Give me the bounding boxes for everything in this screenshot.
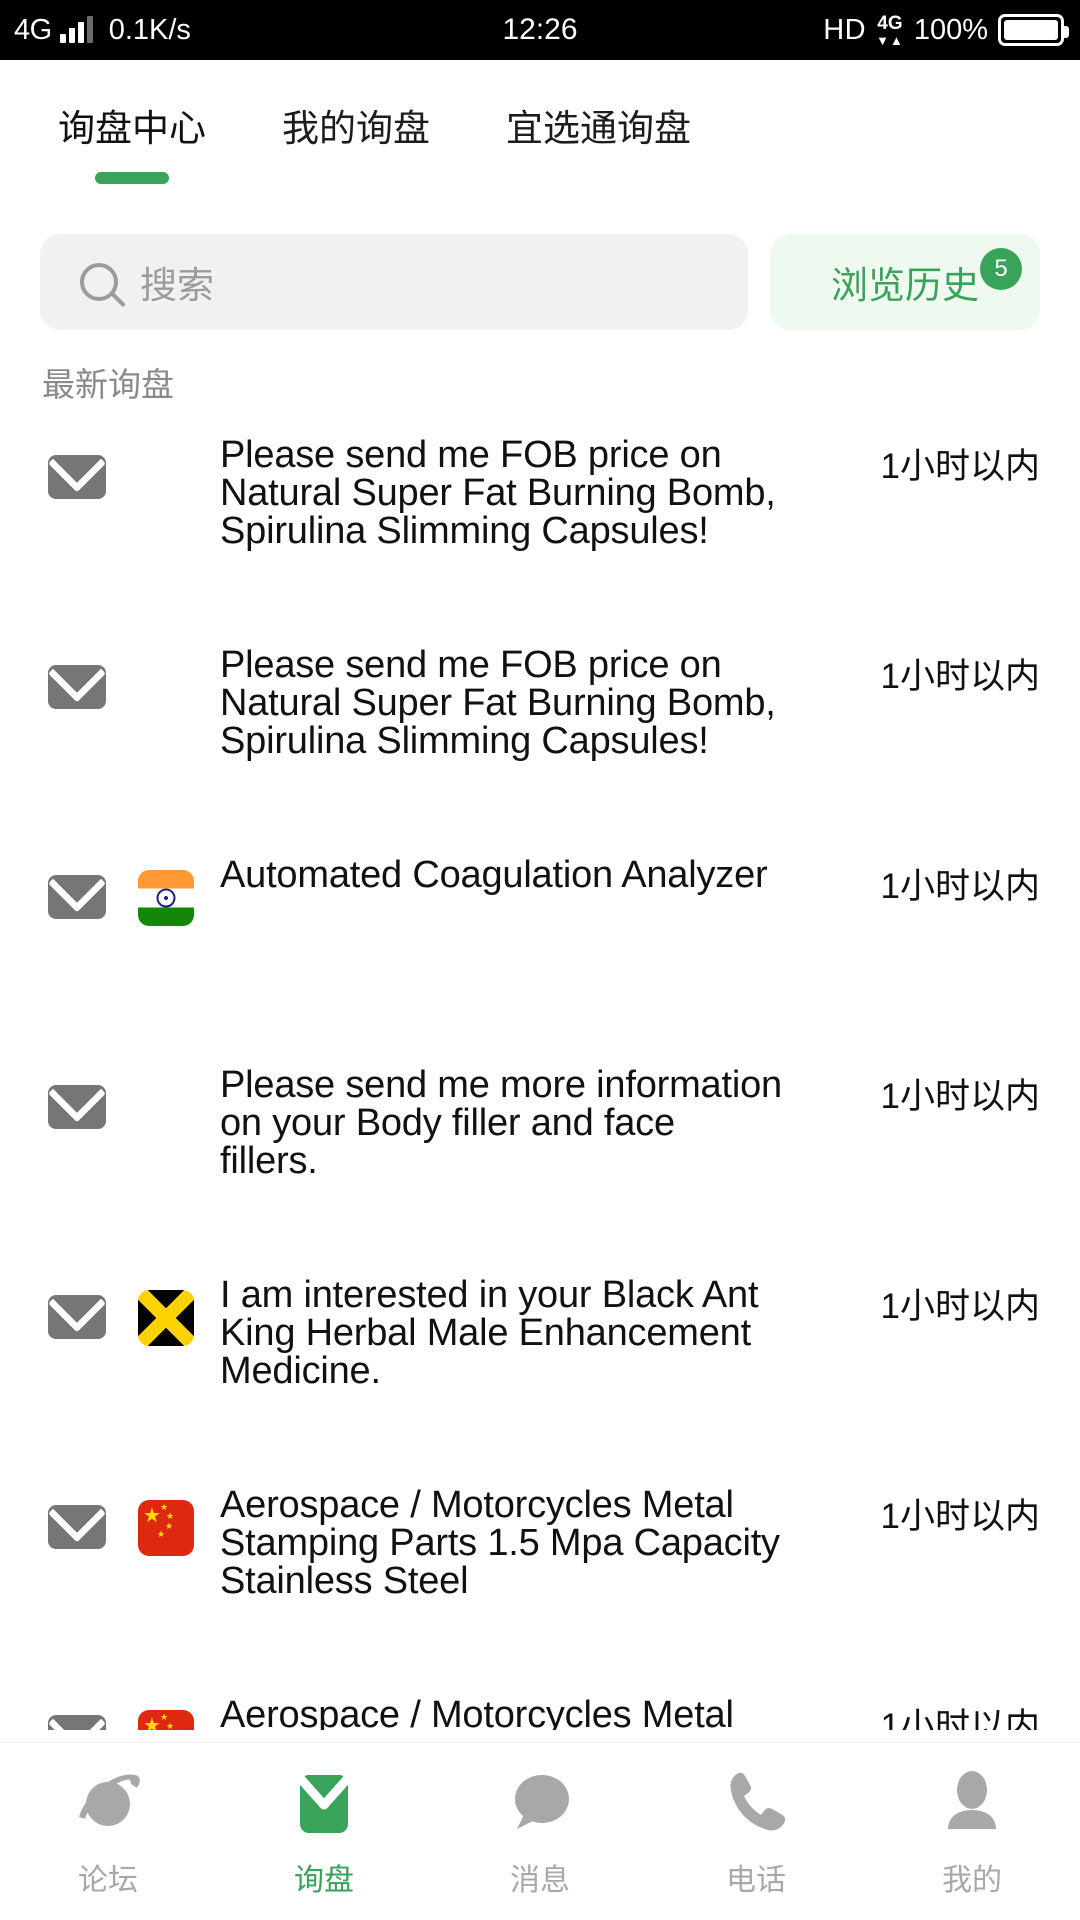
search-row: 搜索 浏览历史 5 — [0, 232, 1080, 332]
inquiry-title-line: Aerospace / Motorcycles Metal — [220, 1694, 734, 1730]
inquiry-list-item[interactable]: ★★★★★ Aerospace / Motorcycles Metal 1小时以内 — [0, 1690, 1080, 1730]
inquiry-title-line: Medicine. — [220, 1350, 381, 1392]
tab-my-inquiry[interactable]: 我的询盘 — [282, 98, 430, 162]
browse-history-label: 浏览历史 — [831, 265, 979, 306]
tab-label: 宜选通询盘 — [506, 108, 691, 149]
inquiry-title-line: Automated Coagulation Analyzer — [220, 854, 768, 896]
inquiry-title-line: Please send me more information — [220, 1064, 782, 1106]
battery-icon — [998, 14, 1069, 46]
nav-label: 我的 — [942, 1863, 1002, 1897]
country-flag-icon-jm — [138, 1290, 194, 1346]
nav-item-profile[interactable]: 我的 — [864, 1765, 1080, 1899]
search-box[interactable]: 搜索 — [40, 234, 748, 330]
flag-wrapper — [138, 1290, 196, 1346]
phone-icon — [719, 1765, 793, 1839]
country-flag-icon-cn: ★★★★★ — [138, 1500, 194, 1556]
inquiry-list-item[interactable]: Please send me FOB price on Natural Super… — [0, 640, 1080, 850]
bottom-navigation-bar: 论坛 询盘 消息 电话 我的 — [0, 1742, 1080, 1920]
inquiry-body: Please send me FOB price on Natural Super… — [220, 430, 1040, 550]
inquiry-time: 1小时以内 — [880, 1077, 1040, 1116]
envelope-icon — [48, 1295, 106, 1339]
tab-inquiry-center[interactable]: 询盘中心 — [58, 98, 206, 184]
inquiry-title-line: on your Body filler and face — [220, 1102, 675, 1144]
inquiry-time: 1小时以内 — [880, 657, 1040, 696]
inquiry-title: I am interested in your Black Ant King He… — [220, 1276, 875, 1390]
inquiry-title-line: Spirulina Slimming Capsules! — [220, 510, 709, 552]
chat-icon — [503, 1765, 577, 1839]
inquiry-list[interactable]: Please send me FOB price on Natural Super… — [0, 430, 1080, 1730]
inquiry-title-line: Aerospace / Motorcycles Metal — [220, 1484, 734, 1526]
nav-label: 询盘 — [294, 1863, 354, 1897]
top-tab-bar: 询盘中心 我的询盘 宜选通询盘 — [0, 60, 1080, 200]
inquiry-title-line: fillers. — [220, 1140, 318, 1182]
inquiry-title: Please send me FOB price on Natural Super… — [220, 646, 875, 760]
inquiry-title-line: I am interested in your Black Ant — [220, 1274, 759, 1316]
envelope-icon — [287, 1765, 361, 1839]
inquiry-body: Aerospace / Motorcycles Metal 1小时以内 — [220, 1690, 1040, 1730]
inquiry-title-line: Natural Super Fat Burning Bomb, — [220, 472, 776, 514]
search-input[interactable]: 搜索 — [140, 255, 214, 309]
inquiry-title: Automated Coagulation Analyzer — [220, 856, 875, 894]
envelope-icon — [48, 665, 106, 709]
app-root: 4G 0.1K/s 12:26 HD 4G ▼▲ 100% 询盘中心 我的询盘 … — [0, 0, 1080, 1920]
nav-item-phone[interactable]: 电话 — [648, 1765, 864, 1899]
flag-wrapper: ★★★★★ — [138, 1710, 196, 1730]
nav-label: 论坛 — [78, 1863, 138, 1897]
inquiry-body: I am interested in your Black Ant King He… — [220, 1270, 1040, 1390]
inquiry-time: 1小时以内 — [880, 867, 1040, 906]
status-bar: 4G 0.1K/s 12:26 HD 4G ▼▲ 100% — [0, 0, 1080, 60]
inquiry-title-line: Please send me FOB price on — [220, 644, 722, 686]
inquiry-time: 1小时以内 — [880, 1287, 1040, 1326]
browse-history-badge: 5 — [980, 248, 1022, 290]
inquiry-list-item[interactable]: Automated Coagulation Analyzer 1小时以内 — [0, 850, 1080, 1060]
inquiry-body: Please send me FOB price on Natural Super… — [220, 640, 1040, 760]
envelope-icon — [48, 1505, 106, 1549]
inquiry-title-line: King Herbal Male Enhancement — [220, 1312, 751, 1354]
section-title: 最新询盘 — [42, 366, 174, 403]
inquiry-time: 1小时以内 — [880, 1707, 1040, 1730]
country-flag-icon-cn: ★★★★★ — [138, 1710, 194, 1730]
inquiry-time: 1小时以内 — [880, 1497, 1040, 1536]
tab-yixuantong-inquiry[interactable]: 宜选通询盘 — [506, 98, 691, 162]
inquiry-title: Aerospace / Motorcycles Metal Stamping Pa… — [220, 1486, 875, 1600]
envelope-icon — [48, 1715, 106, 1730]
inquiry-title-line: Please send me FOB price on — [220, 434, 722, 476]
nav-label: 消息 — [510, 1863, 570, 1897]
nav-label: 电话 — [726, 1863, 786, 1897]
clock-label: 12:26 — [502, 13, 578, 46]
inquiry-title-line: Stamping Parts 1.5 Mpa Capacity — [220, 1522, 780, 1564]
inquiry-time: 1小时以内 — [880, 447, 1040, 486]
nav-item-message[interactable]: 消息 — [432, 1765, 648, 1899]
tab-active-indicator — [95, 172, 169, 184]
inquiry-title-line: Natural Super Fat Burning Bomb, — [220, 682, 776, 724]
inquiry-body: Please send me more information on your B… — [220, 1060, 1040, 1180]
nav-item-inquiry[interactable]: 询盘 — [216, 1765, 432, 1899]
browse-history-button[interactable]: 浏览历史 5 — [770, 234, 1040, 330]
inquiry-body: Automated Coagulation Analyzer 1小时以内 — [220, 850, 1040, 909]
envelope-icon — [48, 875, 106, 919]
inquiry-title-line: Stainless Steel — [220, 1560, 469, 1602]
inquiry-title: Please send me more information on your B… — [220, 1066, 875, 1180]
inquiry-title: Aerospace / Motorcycles Metal — [220, 1696, 875, 1730]
flag-wrapper: ★★★★★ — [138, 1500, 196, 1556]
inquiry-list-item[interactable]: Please send me FOB price on Natural Super… — [0, 430, 1080, 640]
flag-wrapper — [138, 870, 196, 926]
inquiry-title-line: Spirulina Slimming Capsules! — [220, 720, 709, 762]
tab-label: 我的询盘 — [282, 108, 430, 149]
search-icon — [80, 263, 118, 301]
inquiry-body: Aerospace / Motorcycles Metal Stamping Pa… — [220, 1480, 1040, 1600]
inquiry-title: Please send me FOB price on Natural Super… — [220, 436, 875, 550]
nav-item-forum[interactable]: 论坛 — [0, 1765, 216, 1899]
inquiry-list-item[interactable]: I am interested in your Black Ant King He… — [0, 1270, 1080, 1480]
envelope-icon — [48, 1085, 106, 1129]
planet-icon — [71, 1765, 145, 1839]
inquiry-list-item[interactable]: ★ ★ ★ ★ ★ Aerospace / Motorcycles Metal Stampi… — [0, 1480, 1080, 1690]
person-icon — [935, 1765, 1009, 1839]
country-flag-icon-in — [138, 870, 194, 926]
inquiry-list-item[interactable]: Please send me more information on your B… — [0, 1060, 1080, 1270]
tab-label: 询盘中心 — [58, 108, 206, 149]
envelope-icon — [48, 455, 106, 499]
